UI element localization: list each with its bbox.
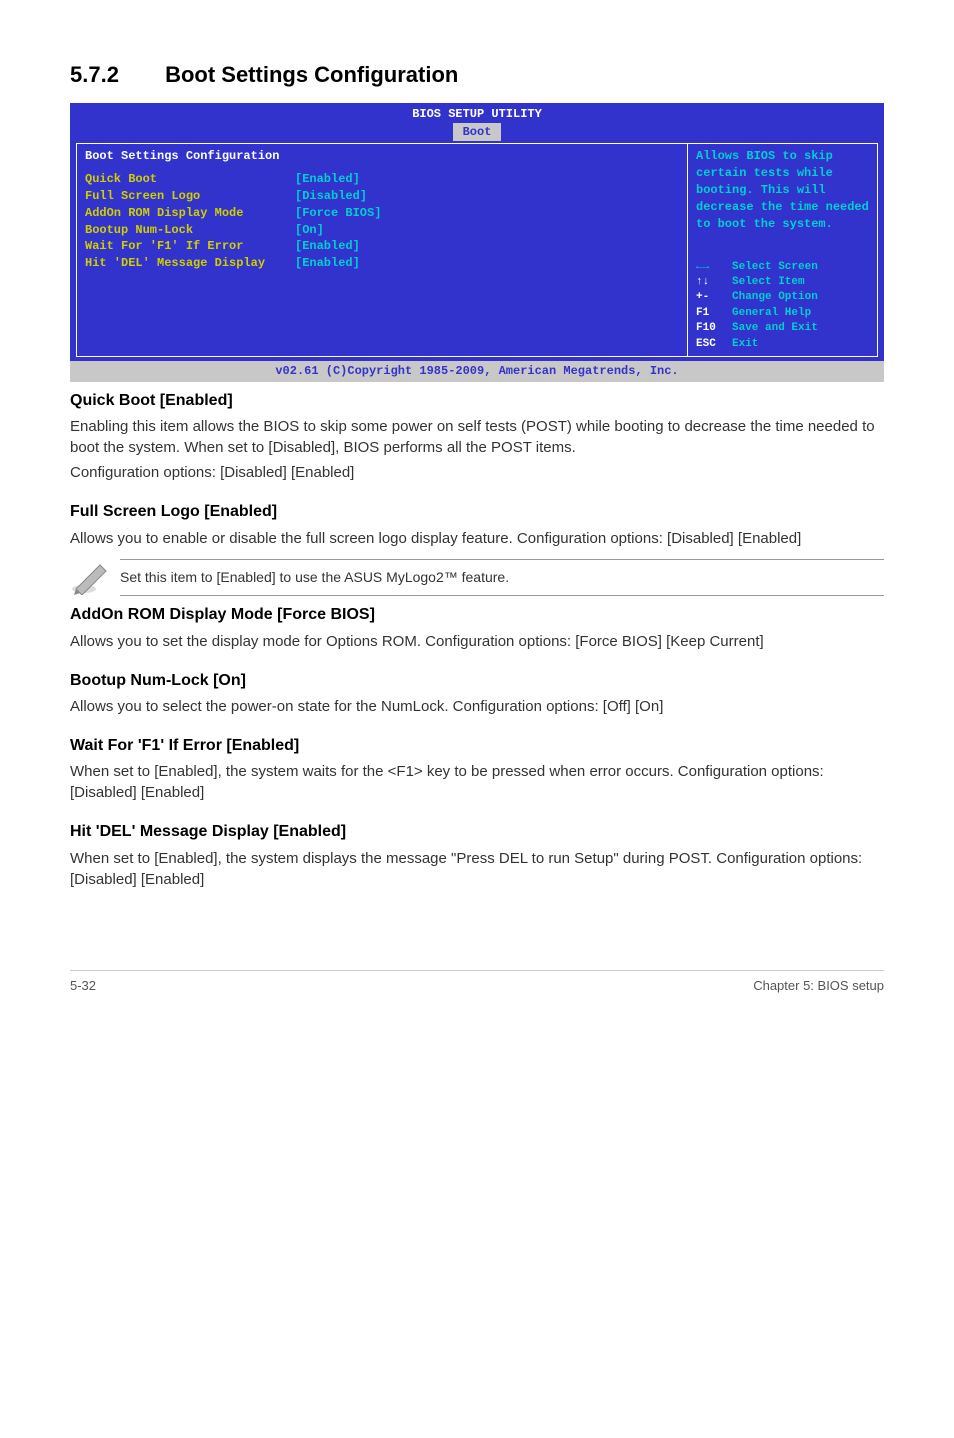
heading-hit-del: Hit 'DEL' Message Display [Enabled]	[70, 821, 884, 843]
key-symbol: F10	[696, 321, 732, 336]
body-text: When set to [Enabled], the system waits …	[70, 761, 884, 803]
bios-row-label: AddOn ROM Display Mode	[85, 205, 295, 222]
bios-row: Wait For 'F1' If Error [Enabled]	[85, 238, 679, 255]
bios-row-label: Bootup Num-Lock	[85, 222, 295, 239]
section-heading: 5.7.2 Boot Settings Configuration	[70, 60, 884, 91]
bios-settings-panel: Boot Settings Configuration Quick Boot […	[76, 143, 688, 357]
bios-copyright: v02.61 (C)Copyright 1985-2009, American …	[70, 361, 884, 382]
note-block: Set this item to [Enabled] to use the AS…	[70, 559, 884, 597]
body-text: Allows you to set the display mode for O…	[70, 631, 884, 652]
bios-row: AddOn ROM Display Mode [Force BIOS]	[85, 205, 679, 222]
bios-row-label: Hit 'DEL' Message Display	[85, 255, 295, 272]
bios-row: Full Screen Logo [Disabled]	[85, 188, 679, 205]
bios-row-label: Full Screen Logo	[85, 188, 295, 205]
bios-key-legend: ←→Select Screen ↑↓Select Item +-Change O…	[696, 260, 869, 352]
key-symbol: ↑↓	[696, 275, 732, 290]
section-number: 5.7.2	[70, 60, 119, 91]
note-text: Set this item to [Enabled] to use the AS…	[120, 559, 884, 597]
bios-help-text: Allows BIOS to skip certain tests while …	[696, 148, 869, 232]
bios-row: Quick Boot [Enabled]	[85, 171, 679, 188]
bios-row-value: [Enabled]	[295, 171, 360, 188]
pencil-note-icon	[70, 559, 120, 595]
body-text: Allows you to enable or disable the full…	[70, 528, 884, 549]
bios-row: Bootup Num-Lock [On]	[85, 222, 679, 239]
bios-row-value: [Enabled]	[295, 238, 360, 255]
chapter-label: Chapter 5: BIOS setup	[753, 977, 884, 995]
body-text: Configuration options: [Disabled] [Enabl…	[70, 462, 884, 483]
bios-row-label: Quick Boot	[85, 171, 295, 188]
key-desc: Change Option	[732, 290, 818, 305]
key-desc: General Help	[732, 306, 811, 321]
key-desc: Select Item	[732, 275, 805, 290]
heading-full-screen-logo: Full Screen Logo [Enabled]	[70, 501, 884, 523]
body-text: When set to [Enabled], the system displa…	[70, 848, 884, 890]
bios-row-value: [Force BIOS]	[295, 205, 381, 222]
heading-addon-rom: AddOn ROM Display Mode [Force BIOS]	[70, 604, 884, 626]
bios-row-label: Wait For 'F1' If Error	[85, 238, 295, 255]
bios-title: BIOS SETUP UTILITY	[70, 103, 884, 123]
bios-row-value: [Disabled]	[295, 188, 367, 205]
bios-help-panel: Allows BIOS to skip certain tests while …	[688, 143, 878, 357]
body-text: Enabling this item allows the BIOS to sk…	[70, 416, 884, 458]
bios-row-value: [On]	[295, 222, 324, 239]
bios-screen: BIOS SETUP UTILITY Boot Boot Settings Co…	[70, 103, 884, 382]
bios-tab-boot: Boot	[453, 123, 501, 142]
key-desc: Save and Exit	[732, 321, 818, 336]
section-title: Boot Settings Configuration	[165, 62, 458, 87]
key-symbol: ←→	[696, 260, 732, 275]
page-footer: 5-32 Chapter 5: BIOS setup	[70, 970, 884, 995]
bios-row-value: [Enabled]	[295, 255, 360, 272]
body-text: Allows you to select the power-on state …	[70, 696, 884, 717]
key-symbol: F1	[696, 306, 732, 321]
heading-quick-boot: Quick Boot [Enabled]	[70, 390, 884, 412]
heading-numlock: Bootup Num-Lock [On]	[70, 670, 884, 692]
key-desc: Exit	[732, 337, 758, 352]
key-symbol: +-	[696, 290, 732, 305]
page-number: 5-32	[70, 977, 96, 995]
bios-row: Hit 'DEL' Message Display [Enabled]	[85, 255, 679, 272]
key-symbol: ESC	[696, 337, 732, 352]
bios-panel-header: Boot Settings Configuration	[85, 148, 679, 165]
heading-wait-f1: Wait For 'F1' If Error [Enabled]	[70, 735, 884, 757]
key-desc: Select Screen	[732, 260, 818, 275]
